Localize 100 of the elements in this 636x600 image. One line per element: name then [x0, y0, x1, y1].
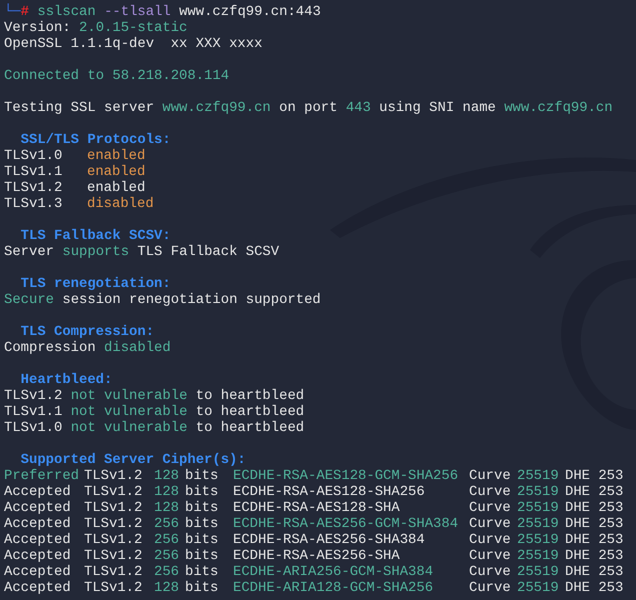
output-text: supports — [62, 244, 130, 260]
bits-label: bits — [185, 468, 218, 484]
curve-label: Curve — [469, 564, 511, 580]
dhe-value: DHE 253 — [565, 532, 624, 548]
output-text: not vulnerable — [70, 404, 188, 420]
dhe-value: DHE 253 — [565, 468, 624, 484]
cipher-bits: 128 — [154, 580, 180, 596]
cipher-protocol: TLSv1.2 — [84, 468, 142, 484]
cipher-name: ECDHE-RSA-AES256-SHA — [233, 548, 400, 564]
curve-label: Curve — [469, 516, 511, 532]
curve-value: 25519 — [517, 484, 559, 500]
curve-label: Curve — [469, 500, 511, 516]
output-text: Version: — [4, 20, 71, 36]
prompt-branch: └─ — [4, 4, 21, 20]
curve-value: 25519 — [517, 564, 559, 580]
output-text: 443 — [346, 100, 371, 116]
curve-label: Curve — [469, 468, 511, 484]
cipher-name: ECDHE-ARIA128-GCM-SHA256 — [233, 580, 434, 596]
curve-value: 25519 — [517, 532, 559, 548]
protocol-state: enabled — [87, 180, 146, 196]
cipher-status: Accepted — [4, 580, 71, 596]
output-text: not vulnerable — [70, 420, 188, 436]
output-text: 2.0.15-static — [79, 20, 188, 36]
output-text: TLSv1.0 — [4, 420, 62, 436]
section-heading: TLS Compression: — [20, 324, 154, 340]
cipher-status: Accepted — [4, 564, 71, 580]
cipher-protocol: TLSv1.2 — [84, 484, 142, 500]
curve-value: 25519 — [517, 468, 559, 484]
protocol-state: enabled — [87, 164, 146, 180]
output-text: Compression — [4, 340, 96, 356]
protocol-state: enabled — [87, 148, 146, 164]
cipher-bits: 256 — [154, 548, 180, 564]
prompt-symbol: # — [20, 4, 30, 20]
bits-label: bits — [185, 532, 218, 548]
section-heading: TLS renegotiation: — [20, 276, 171, 292]
output-text: Testing SSL server — [4, 100, 154, 116]
bits-label: bits — [185, 500, 218, 516]
cipher-bits: 256 — [154, 532, 180, 548]
section-heading: Heartbleed: — [20, 372, 112, 388]
curve-label: Curve — [469, 484, 511, 500]
output-text: www.czfq99.cn — [162, 100, 271, 116]
cipher-protocol: TLSv1.2 — [84, 564, 142, 580]
curve-value: 25519 — [517, 548, 559, 564]
section-heading: TLS Fallback SCSV: — [20, 228, 171, 244]
bits-label: bits — [185, 564, 218, 580]
cipher-protocol: TLSv1.2 — [84, 500, 142, 516]
cipher-bits: 256 — [154, 516, 180, 532]
output-text: to heartbleed — [196, 420, 304, 436]
output-text: not vulnerable — [70, 388, 188, 404]
cipher-name: ECDHE-RSA-AES256-SHA384 — [233, 532, 425, 548]
output-text: OpenSSL 1.1.1q-dev xx XXX xxxx — [4, 36, 262, 52]
output-text: to heartbleed — [196, 404, 304, 420]
cipher-protocol: TLSv1.2 — [84, 532, 142, 548]
dhe-value: DHE 253 — [565, 516, 624, 532]
bits-label: bits — [185, 516, 218, 532]
protocol-state: disabled — [87, 196, 154, 212]
bits-label: bits — [185, 580, 218, 596]
section-heading: Supported Server Cipher(s): — [20, 452, 246, 468]
output-text: to heartbleed — [196, 388, 304, 404]
output-text: disabled — [104, 340, 171, 356]
curve-value: 25519 — [517, 516, 559, 532]
dhe-value: DHE 253 — [565, 580, 624, 596]
cipher-protocol: TLSv1.2 — [84, 580, 142, 596]
dhe-value: DHE 253 — [565, 564, 624, 580]
output-text: TLSv1.2 — [4, 388, 62, 404]
dhe-value: DHE 253 — [565, 500, 624, 516]
output-text: Server — [4, 244, 54, 260]
cipher-protocol: TLSv1.2 — [84, 516, 142, 532]
cipher-bits: 256 — [154, 564, 180, 580]
cipher-bits: 128 — [154, 500, 180, 516]
cipher-name: ECDHE-ARIA256-GCM-SHA384 — [233, 564, 434, 580]
cipher-status: Accepted — [4, 532, 71, 548]
cipher-protocol: TLSv1.2 — [84, 548, 142, 564]
cipher-status: Accepted — [4, 484, 71, 500]
cipher-name: ECDHE-RSA-AES128-SHA — [233, 500, 400, 516]
output-text: Connected to 58.218.208.114 — [4, 68, 230, 84]
cipher-status: Accepted — [4, 548, 71, 564]
output-text: session renegotiation supported — [62, 292, 321, 308]
output-text: Secure — [4, 292, 54, 308]
cipher-bits: 128 — [154, 484, 180, 500]
curve-value: 25519 — [517, 580, 559, 596]
protocol-name: TLSv1.0 — [4, 148, 62, 164]
curve-value: 25519 — [517, 500, 559, 516]
cipher-status: Preferred — [4, 468, 80, 484]
command-argument: www.czfq99.cn:443 — [179, 4, 321, 20]
protocol-name: TLSv1.3 — [4, 196, 62, 212]
command-option: --tlsall — [104, 4, 171, 20]
command-name: sslscan — [37, 4, 96, 20]
output-text: using SNI name — [379, 100, 496, 116]
cipher-status: Accepted — [4, 516, 71, 532]
output-text: TLS Fallback SCSV — [137, 244, 280, 260]
bits-label: bits — [185, 548, 218, 564]
curve-label: Curve — [469, 532, 511, 548]
cipher-status: Accepted — [4, 500, 71, 516]
bits-label: bits — [185, 484, 218, 500]
output-text: TLSv1.1 — [4, 404, 62, 420]
cipher-bits: 128 — [154, 468, 180, 484]
protocol-name: TLSv1.2 — [4, 180, 62, 196]
curve-label: Curve — [469, 580, 511, 596]
output-text: www.czfq99.cn — [504, 100, 613, 116]
